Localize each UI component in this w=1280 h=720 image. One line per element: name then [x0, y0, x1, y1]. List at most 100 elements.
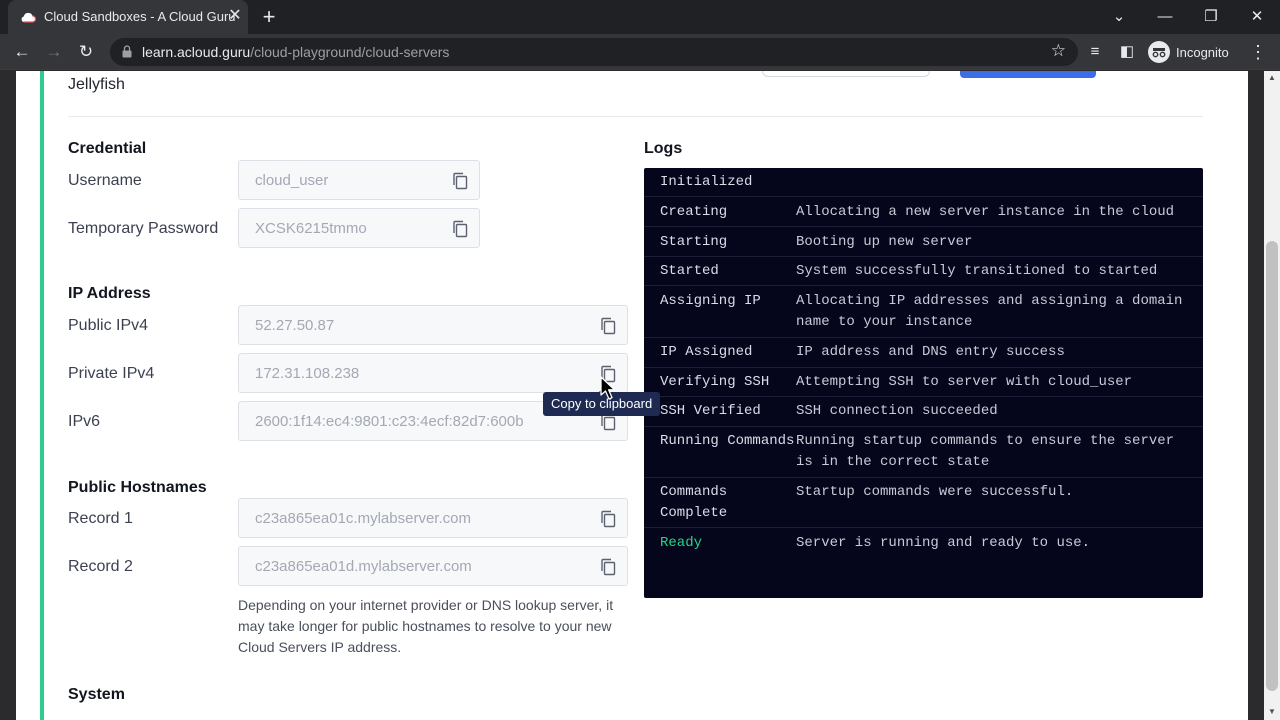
log-row: IP Assigned IP address and DNS entry suc…	[644, 338, 1203, 368]
log-status: Verifying SSH	[660, 374, 770, 390]
copy-icon[interactable]	[451, 220, 469, 238]
scroll-up-icon[interactable]: ▲	[1266, 73, 1278, 83]
copy-icon[interactable]	[599, 510, 617, 528]
log-status: Starting	[660, 234, 728, 250]
secondary-action-button[interactable]	[762, 71, 930, 77]
username-label: Username	[68, 172, 142, 189]
profile-label: Incognito	[1176, 44, 1229, 60]
copy-icon[interactable]	[599, 317, 617, 335]
public-ipv4-label: Public IPv4	[68, 317, 149, 334]
log-status: Commands Complete	[660, 484, 728, 521]
forward-icon[interactable]: →	[43, 41, 65, 63]
log-row: Initialized	[644, 168, 1203, 197]
credential-heading: Credential	[68, 140, 147, 157]
log-status: SSH Verified	[660, 403, 761, 419]
bookmark-star-icon[interactable]: ☆	[1051, 41, 1066, 61]
url-text[interactable]: learn.acloud.guru/cloud-playground/cloud…	[142, 44, 449, 60]
restore-icon[interactable]: ❐	[1200, 6, 1222, 28]
log-message: SSH connection succeeded	[796, 403, 998, 419]
private-ipv4-field[interactable]: 172.31.108.238	[238, 353, 628, 393]
url-host: learn.acloud.guru	[142, 44, 251, 60]
back-icon[interactable]: ←	[11, 41, 33, 63]
primary-action-button[interactable]	[960, 71, 1096, 78]
incognito-profile[interactable]: Incognito	[1148, 40, 1229, 64]
record-2-field[interactable]: c23a865ea01d.mylabserver.com	[238, 546, 628, 586]
url-path: /cloud-playground/cloud-servers	[250, 44, 450, 60]
logs-panel: Initialized Creating Allocating a new se…	[644, 168, 1203, 598]
log-status: IP Assigned	[660, 344, 753, 360]
log-message: IP address and DNS entry success	[796, 344, 1065, 360]
browser-toolbar: ← → ↻ learn.acloud.guru/cloud-playground…	[0, 34, 1280, 70]
scroll-down-icon[interactable]: ▼	[1266, 707, 1278, 717]
public-ipv4-field[interactable]: 52.27.50.87	[238, 305, 628, 345]
log-message: System successfully transitioned to star…	[796, 263, 1158, 279]
log-status: Running Commands	[660, 433, 795, 449]
log-message: Booting up new server	[796, 234, 973, 250]
record-2-label: Record 2	[68, 558, 133, 575]
record-1-field[interactable]: c23a865ea01c.mylabserver.com	[238, 498, 628, 538]
record-1-value: c23a865ea01c.mylabserver.com	[255, 510, 471, 527]
log-row: Creating Allocating a new server instanc…	[644, 197, 1203, 227]
username-field[interactable]: cloud_user	[238, 160, 480, 200]
server-name: Jellyfish	[68, 76, 125, 93]
tab-search-icon[interactable]: ⌄	[1108, 6, 1130, 28]
password-field[interactable]: XCSK6215tmmo	[238, 208, 480, 248]
cloud-favicon-icon	[21, 12, 36, 23]
system-heading: System	[68, 686, 125, 703]
log-row: SSH Verified SSH connection succeeded	[644, 397, 1203, 427]
log-status: Started	[660, 263, 719, 279]
log-message: Server is running and ready to use.	[796, 535, 1091, 551]
log-message: Allocating a new server instance in the …	[796, 204, 1175, 220]
scrollbar-thumb[interactable]	[1266, 241, 1278, 691]
browser-menu-icon[interactable]: ⋮	[1248, 41, 1268, 63]
new-tab-icon[interactable]: +	[258, 6, 280, 28]
page-viewport: Jellyfish Credential Username cloud_user…	[0, 71, 1280, 720]
log-status: Creating	[660, 204, 728, 220]
ipv6-value: 2600:1f14:ec4:9801:c23:4ecf:82d7:600b	[255, 413, 524, 430]
address-bar[interactable]: learn.acloud.guru/cloud-playground/cloud…	[110, 38, 1078, 66]
public-ipv4-value: 52.27.50.87	[255, 317, 335, 334]
log-message: Attempting SSH to server with cloud_user	[796, 374, 1133, 390]
log-row: Starting Booting up new server	[644, 227, 1203, 257]
log-row: Ready Server is running and ready to use…	[644, 528, 1203, 558]
private-ipv4-value: 172.31.108.238	[255, 365, 360, 382]
tab-title: Cloud Sandboxes - A Cloud Guru	[44, 9, 236, 24]
ipv6-label: IPv6	[68, 413, 101, 430]
reload-icon[interactable]: ↻	[75, 41, 97, 63]
log-row: Assigning IP Allocating IP addresses and…	[644, 286, 1203, 338]
incognito-icon	[1148, 41, 1170, 63]
log-status: Ready	[660, 535, 703, 551]
log-row: Verifying SSH Attempting SSH to server w…	[644, 368, 1203, 397]
log-row: Started System successfully transitioned…	[644, 257, 1203, 286]
log-message: Allocating IP addresses and assigning a …	[796, 293, 1183, 330]
tab-strip: Cloud Sandboxes - A Cloud Guru ✕ + ⌄ — ❐…	[0, 0, 1280, 34]
logs-heading: Logs	[644, 140, 683, 157]
window-close-icon[interactable]: ✕	[1246, 6, 1268, 28]
reading-list-icon[interactable]: ≡	[1084, 41, 1106, 63]
log-message: Startup commands were successful.	[796, 484, 1074, 500]
tab-close-icon[interactable]: ✕	[226, 7, 244, 25]
private-ipv4-label: Private IPv4	[68, 365, 155, 382]
mouse-cursor-icon	[600, 376, 616, 400]
minimize-icon[interactable]: —	[1154, 6, 1176, 28]
log-row: Commands Complete Startup commands were …	[644, 478, 1203, 528]
status-accent-bar	[40, 71, 44, 720]
log-row: Running Commands Running startup command…	[644, 427, 1203, 478]
section-divider	[68, 116, 1203, 117]
dns-note: Depending on your internet provider or D…	[238, 597, 614, 655]
password-label: Temporary Password	[68, 220, 219, 237]
lock-icon	[122, 45, 132, 58]
log-status: Assigning IP	[660, 293, 761, 309]
browser-tab[interactable]: Cloud Sandboxes - A Cloud Guru ✕	[8, 0, 248, 34]
copy-icon[interactable]	[451, 172, 469, 190]
side-panel-icon[interactable]: ◧	[1116, 41, 1138, 63]
log-status: Initialized	[660, 174, 753, 190]
password-value: XCSK6215tmmo	[255, 220, 367, 237]
username-value: cloud_user	[255, 172, 329, 189]
copy-icon[interactable]	[599, 558, 617, 576]
record-2-value: c23a865ea01d.mylabserver.com	[255, 558, 472, 575]
public-hostnames-heading: Public Hostnames	[68, 479, 207, 496]
record-1-label: Record 1	[68, 510, 133, 527]
ip-address-heading: IP Address	[68, 285, 151, 302]
log-message: Running startup commands to ensure the s…	[796, 433, 1175, 470]
